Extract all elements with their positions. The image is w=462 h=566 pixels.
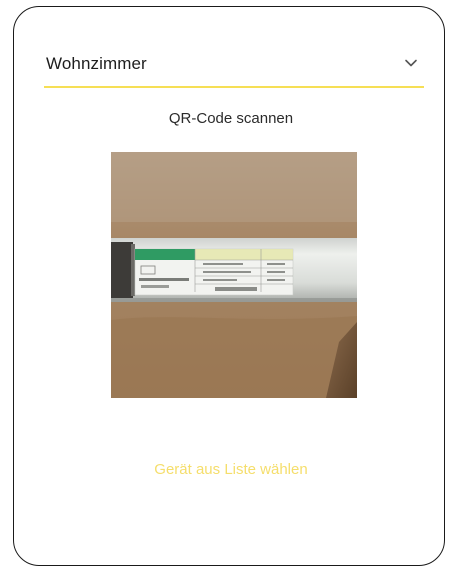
room-dropdown-underline bbox=[44, 86, 424, 88]
scan-title: QR-Code scannen bbox=[168, 110, 294, 127]
room-dropdown[interactable]: Wohnzimmer bbox=[44, 46, 424, 86]
room-dropdown-value: Wohnzimmer bbox=[46, 54, 147, 73]
chevron-down-icon bbox=[405, 59, 417, 67]
camera-preview bbox=[111, 152, 357, 398]
choose-device-from-list-link[interactable]: Gerät aus Liste wählen bbox=[0, 461, 462, 478]
